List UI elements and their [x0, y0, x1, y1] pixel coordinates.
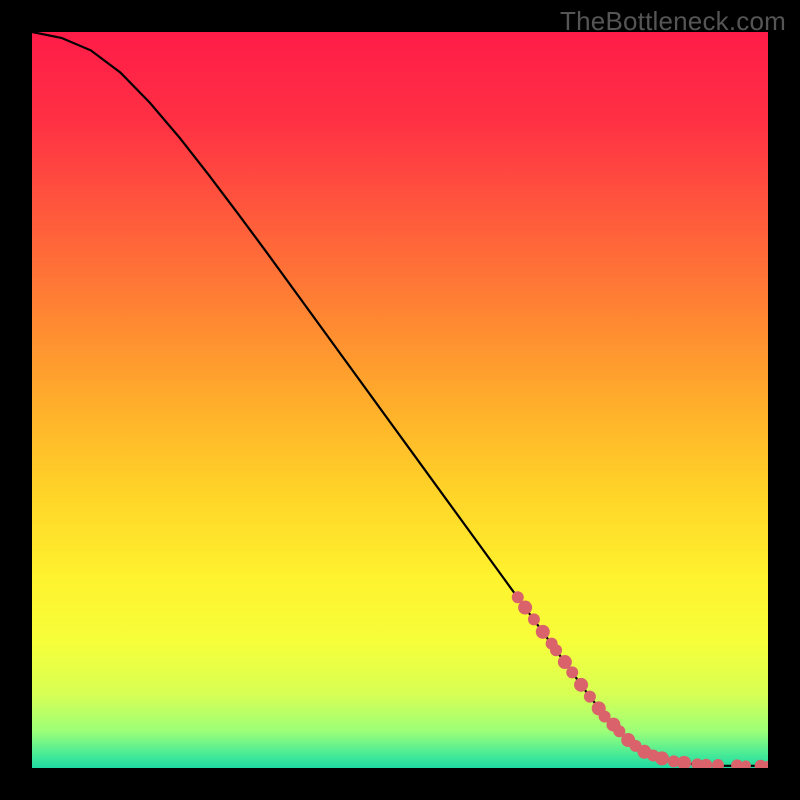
- scatter-point: [528, 613, 540, 625]
- watermark-label: TheBottleneck.com: [560, 6, 786, 37]
- scatter-point: [536, 625, 550, 639]
- scatter-point: [584, 691, 596, 703]
- plot-svg: [32, 32, 768, 768]
- gradient-rect: [32, 32, 768, 768]
- scatter-point: [655, 751, 669, 765]
- scatter-point: [550, 644, 562, 656]
- scatter-point: [518, 601, 532, 615]
- plot-area: [32, 32, 768, 768]
- scatter-point: [566, 666, 578, 678]
- chart-stage: TheBottleneck.com: [0, 0, 800, 800]
- scatter-point: [574, 678, 588, 692]
